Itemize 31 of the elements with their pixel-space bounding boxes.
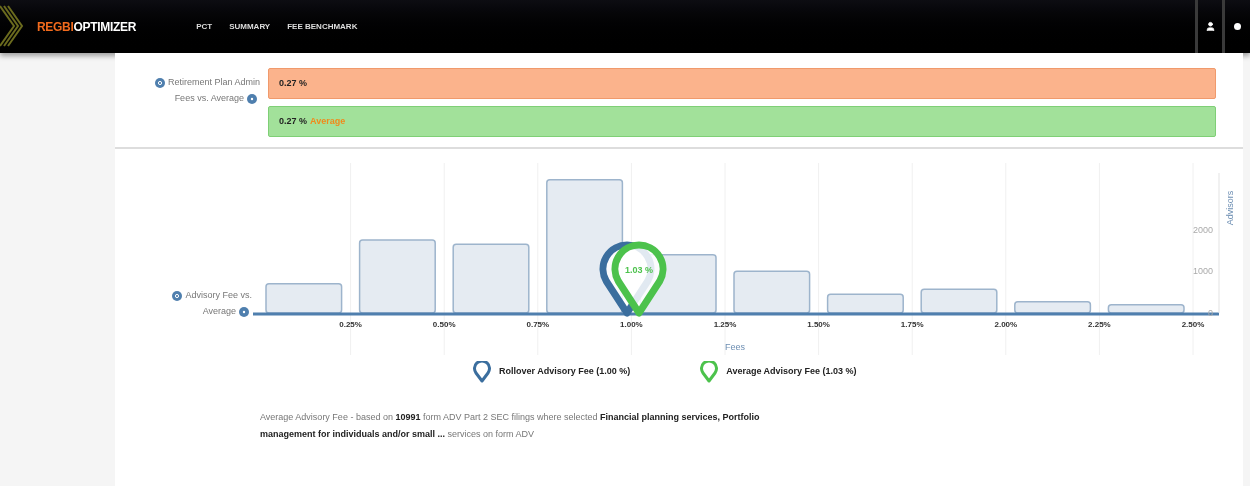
help-icon[interactable] — [247, 93, 257, 104]
nav-link[interactable]: PCT — [196, 20, 213, 33]
tick-label: 2000 — [1192, 224, 1213, 235]
average-tag: Average — [310, 114, 346, 129]
app-logo[interactable]: REGBIOPTIMIZER — [37, 17, 137, 36]
help-icon[interactable] — [239, 306, 249, 317]
nav-link[interactable]: FEE BENCHMARK — [287, 20, 358, 33]
tick-label: 0 — [1208, 308, 1213, 318]
axis-title: Advisors — [1225, 190, 1235, 226]
row-label: Advisory Fee vs. Average — [137, 287, 252, 319]
tick-label: 1.00% — [620, 320, 643, 329]
info-icon[interactable] — [172, 290, 183, 301]
legend-label: Average Advisory Fee (1.03 %) — [726, 364, 857, 378]
tick-label: 2.00% — [994, 320, 1018, 329]
nav-link[interactable]: SUMMARY — [229, 20, 271, 33]
legend-label: Rollover Advisory Fee (1.00 %) — [499, 364, 631, 378]
tick-label: 0.25% — [339, 320, 362, 329]
footnote-text: Average Advisory Fee - based on 10991 form ADV Part 2 SEC filings where selected Financial planning services, Portfolio management for individuals and/or small ... services on form ADV — [260, 410, 760, 441]
tick-label: 2.50% — [1181, 320, 1205, 329]
tick-label: 1.50% — [807, 320, 830, 329]
fee-value: 0.27 % — [279, 114, 308, 128]
tick-label: 1000 — [1192, 266, 1213, 277]
tick-label: 0.50% — [432, 320, 456, 329]
axis-title: Fees — [725, 341, 746, 354]
fee-value: 0.27 % — [279, 76, 308, 90]
info-icon[interactable] — [154, 77, 165, 88]
row-label: Retirement Plan Admin Fees vs. Average — [140, 68, 260, 137]
tick-label: 1.25% — [713, 320, 737, 329]
tick-label: 1.75% — [900, 320, 924, 329]
tick-label: 0.75% — [526, 320, 550, 329]
tick-label: 2.25% — [1088, 320, 1111, 329]
